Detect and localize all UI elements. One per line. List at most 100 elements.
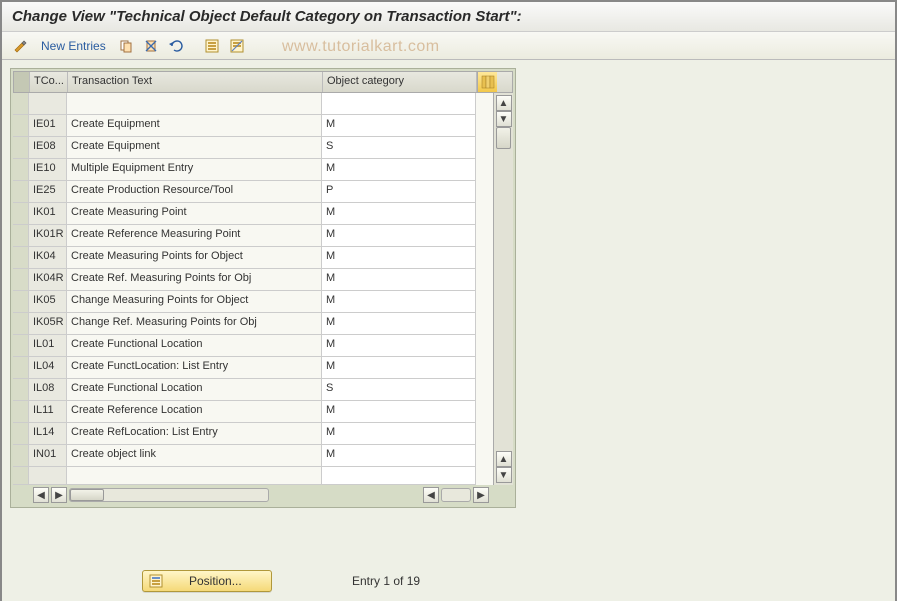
cell-category[interactable]: M bbox=[322, 247, 476, 269]
entry-counter: Entry 1 of 19 bbox=[352, 574, 420, 588]
vscroll-track[interactable] bbox=[494, 127, 513, 451]
table-row: IK04RCreate Ref. Measuring Points for Ob… bbox=[13, 269, 493, 291]
hscroll-left2-icon[interactable]: ◀ bbox=[423, 487, 439, 503]
hscroll-track-left[interactable] bbox=[69, 488, 269, 502]
cell-category[interactable]: P bbox=[322, 181, 476, 203]
hscroll-right2-icon[interactable]: ▶ bbox=[473, 487, 489, 503]
cell-tcode: IK04R bbox=[29, 269, 67, 291]
cell-tcode: IE10 bbox=[29, 159, 67, 181]
undo-icon[interactable] bbox=[165, 35, 187, 57]
scroll-down-icon[interactable]: ▼ bbox=[496, 111, 512, 127]
cell-category[interactable]: M bbox=[322, 401, 476, 423]
table-row: IE01Create EquipmentM bbox=[13, 115, 493, 137]
cell-category[interactable]: M bbox=[322, 445, 476, 467]
cell-tcode: IL04 bbox=[29, 357, 67, 379]
cell-tcode: IL14 bbox=[29, 423, 67, 445]
hscroll-left-icon[interactable]: ◀ bbox=[33, 487, 49, 503]
toggle-change-icon[interactable] bbox=[10, 35, 32, 57]
cell-ttext: Create Reference Measuring Point bbox=[67, 225, 322, 247]
table-row: IL14Create RefLocation: List EntryM bbox=[13, 423, 493, 445]
cell-category[interactable]: M bbox=[322, 335, 476, 357]
cell-tcode: IL11 bbox=[29, 401, 67, 423]
cell-tcode bbox=[29, 93, 67, 115]
cell-category[interactable]: M bbox=[322, 313, 476, 335]
cell-category[interactable]: S bbox=[322, 137, 476, 159]
col-select-all[interactable] bbox=[14, 72, 30, 92]
vertical-scrollbar[interactable]: ▲ ▼ ▲ ▼ bbox=[493, 93, 513, 485]
cell-category[interactable]: M bbox=[322, 269, 476, 291]
table-row: IL04Create FunctLocation: List EntryM bbox=[13, 357, 493, 379]
cell-ttext: Create RefLocation: List Entry bbox=[67, 423, 322, 445]
cell-tcode: IL01 bbox=[29, 335, 67, 357]
table-row: IL01Create Functional LocationM bbox=[13, 335, 493, 357]
cell-ttext: Change Measuring Points for Object bbox=[67, 291, 322, 313]
cell-ttext: Create Functional Location bbox=[67, 379, 322, 401]
select-all-icon[interactable] bbox=[201, 35, 223, 57]
table-row: IL11Create Reference LocationM bbox=[13, 401, 493, 423]
table-row: IE25Create Production Resource/ToolP bbox=[13, 181, 493, 203]
cell-category[interactable]: M bbox=[322, 423, 476, 445]
cell-ttext: Create Equipment bbox=[67, 115, 322, 137]
row-selector[interactable] bbox=[13, 269, 29, 291]
position-label: Position... bbox=[189, 574, 242, 588]
cell-category[interactable]: M bbox=[322, 115, 476, 137]
table-row: IL08Create Functional LocationS bbox=[13, 379, 493, 401]
row-selector[interactable] bbox=[13, 159, 29, 181]
cell-category[interactable]: M bbox=[322, 159, 476, 181]
cell-category[interactable]: M bbox=[322, 357, 476, 379]
row-selector[interactable] bbox=[13, 423, 29, 445]
deselect-all-icon[interactable] bbox=[226, 35, 248, 57]
row-selector[interactable] bbox=[13, 137, 29, 159]
toolbar: New Entries bbox=[2, 32, 895, 60]
row-selector[interactable] bbox=[13, 357, 29, 379]
hscroll-thumb[interactable] bbox=[70, 489, 104, 501]
cell-tcode: IN01 bbox=[29, 445, 67, 467]
copy-icon[interactable] bbox=[115, 35, 137, 57]
row-selector[interactable] bbox=[13, 225, 29, 247]
table-row: IN01Create object linkM bbox=[13, 445, 493, 467]
hscroll-right-icon[interactable]: ▶ bbox=[51, 487, 67, 503]
grid-body: IE01Create EquipmentMIE08Create Equipmen… bbox=[13, 93, 513, 485]
row-selector[interactable] bbox=[13, 247, 29, 269]
row-selector[interactable] bbox=[13, 181, 29, 203]
table-row: IE08Create EquipmentS bbox=[13, 137, 493, 159]
vscroll-thumb[interactable] bbox=[496, 127, 511, 149]
row-selector[interactable] bbox=[13, 93, 29, 115]
cell-category[interactable]: M bbox=[322, 291, 476, 313]
position-button[interactable]: Position... bbox=[142, 570, 272, 592]
col-object-category[interactable]: Object category bbox=[323, 72, 477, 92]
cell-tcode: IE01 bbox=[29, 115, 67, 137]
col-tcode[interactable]: TCo... bbox=[30, 72, 68, 92]
cell-ttext: Create Ref. Measuring Points for Obj bbox=[67, 269, 322, 291]
table-row: IK04Create Measuring Points for ObjectM bbox=[13, 247, 493, 269]
cell-ttext: Create object link bbox=[67, 445, 322, 467]
scroll-up-icon[interactable]: ▲ bbox=[496, 95, 512, 111]
position-bar: Position... Entry 1 of 19 bbox=[142, 570, 420, 592]
scroll-down2-icon[interactable]: ▼ bbox=[496, 467, 512, 483]
col-transaction-text[interactable]: Transaction Text bbox=[68, 72, 323, 92]
hscroll-track-right[interactable] bbox=[441, 488, 471, 502]
row-selector[interactable] bbox=[13, 291, 29, 313]
row-selector[interactable] bbox=[13, 401, 29, 423]
cell-category[interactable]: M bbox=[322, 225, 476, 247]
page-title: Change View "Technical Object Default Ca… bbox=[2, 2, 895, 32]
row-selector[interactable] bbox=[13, 379, 29, 401]
position-icon bbox=[149, 574, 163, 588]
table-row: IK05RChange Ref. Measuring Points for Ob… bbox=[13, 313, 493, 335]
row-selector[interactable] bbox=[13, 203, 29, 225]
cell-ttext: Multiple Equipment Entry bbox=[67, 159, 322, 181]
cell-tcode: IK05R bbox=[29, 313, 67, 335]
scroll-up2-icon[interactable]: ▲ bbox=[496, 451, 512, 467]
table-row: IK01RCreate Reference Measuring PointM bbox=[13, 225, 493, 247]
cell-ttext: Create Functional Location bbox=[67, 335, 322, 357]
new-entries-button[interactable]: New Entries bbox=[35, 35, 112, 57]
cell-category[interactable]: M bbox=[322, 203, 476, 225]
row-selector[interactable] bbox=[13, 313, 29, 335]
row-selector[interactable] bbox=[13, 335, 29, 357]
table-row: IK05Change Measuring Points for ObjectM bbox=[13, 291, 493, 313]
row-selector[interactable] bbox=[13, 445, 29, 467]
row-selector[interactable] bbox=[13, 115, 29, 137]
cell-category[interactable]: S bbox=[322, 379, 476, 401]
configure-columns-icon[interactable] bbox=[477, 72, 497, 92]
delete-icon[interactable] bbox=[140, 35, 162, 57]
